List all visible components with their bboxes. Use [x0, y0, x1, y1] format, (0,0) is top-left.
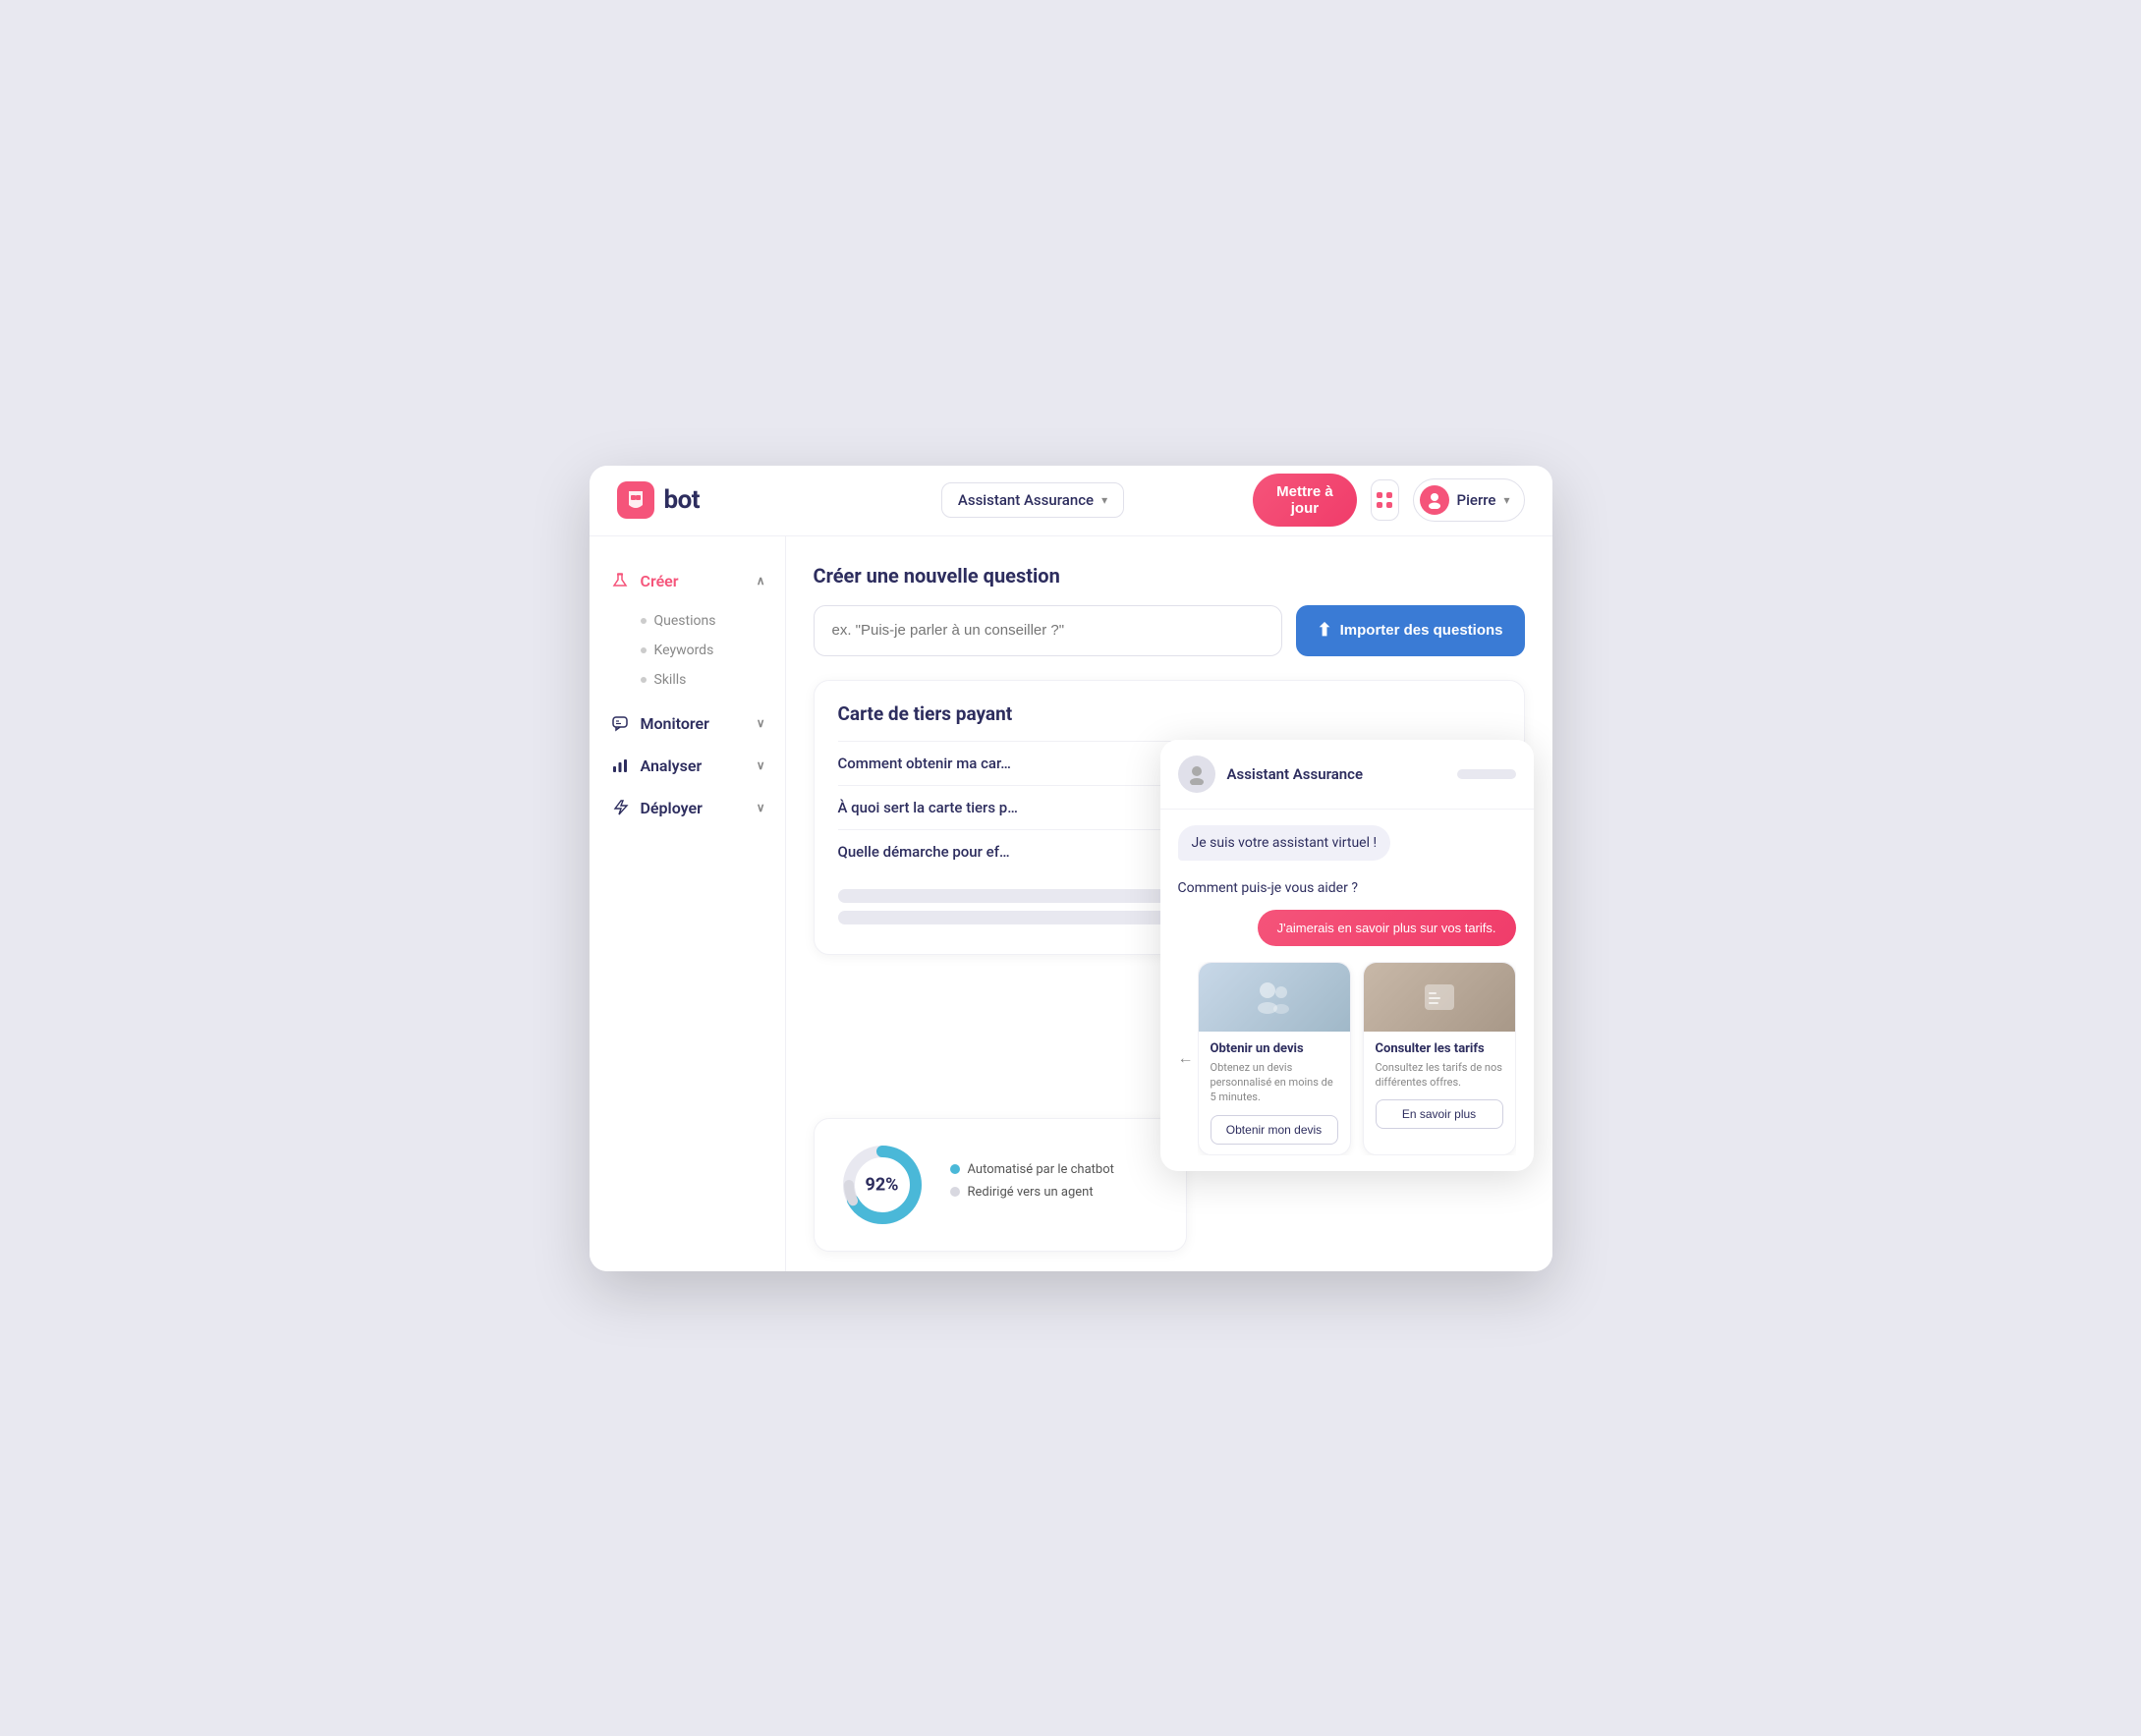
card-desc-tarifs: Consultez les tarifs de nos différentes …	[1376, 1060, 1503, 1091]
header-center: Assistant Assurance ▾	[814, 482, 1253, 518]
legend-label-automated: Automatisé par le chatbot	[968, 1162, 1114, 1177]
grid-apps-button[interactable]	[1371, 479, 1398, 521]
skeleton-bar	[1457, 769, 1516, 779]
header-right: Mettre à jour Pierre ▾	[1253, 474, 1525, 527]
questions-label: Questions	[654, 613, 716, 629]
new-question-input[interactable]	[814, 605, 1282, 656]
deployer-chevron-icon: ∨	[757, 801, 765, 814]
sidebar-item-questions[interactable]: Questions	[641, 606, 785, 636]
logo-area: bot	[617, 481, 814, 519]
question-text: Quelle démarche pour ef…	[838, 843, 1010, 861]
stats-legend: Automatisé par le chatbot Redirigé vers …	[950, 1162, 1162, 1207]
sidebar-item-skills[interactable]: Skills	[641, 665, 785, 695]
import-button-label: Importer des questions	[1340, 622, 1503, 639]
import-questions-button[interactable]: ⬆ Importer des questions	[1296, 605, 1525, 656]
legend-label-agent: Redirigé vers un agent	[968, 1185, 1094, 1200]
card-body-tarifs: Consulter les tarifs Consultez les tarif…	[1364, 1032, 1515, 1140]
card-image-devis	[1199, 963, 1350, 1032]
bullet-icon	[641, 618, 647, 624]
sidebar-item-creer[interactable]: Créer ∧	[590, 560, 785, 602]
chevron-down-icon: ▾	[1101, 493, 1107, 507]
assistant-selector-label: Assistant Assurance	[958, 491, 1094, 509]
card-body-devis: Obtenir un devis Obtenez un devis person…	[1199, 1032, 1350, 1154]
creer-chevron-icon: ∧	[757, 574, 765, 588]
question-card: Carte de tiers payant Comment obtenir ma…	[814, 680, 1525, 955]
user-message-bubble: J'aimerais en savoir plus sur vos tarifs…	[1178, 910, 1516, 946]
main-content: Créer une nouvelle question ⬆ Importer d…	[786, 536, 1552, 1271]
chat-icon	[609, 714, 631, 732]
monitorer-chevron-icon: ∨	[757, 716, 765, 730]
chatbot-widget: Assistant Assurance Je suis votre assist…	[1160, 740, 1534, 1171]
update-button[interactable]: Mettre à jour	[1253, 474, 1358, 527]
card-title-tarifs: Consulter les tarifs	[1376, 1041, 1503, 1056]
user-message-button[interactable]: J'aimerais en savoir plus sur vos tarifs…	[1258, 910, 1516, 946]
grid-icon	[1377, 492, 1392, 508]
chatbot-header: Assistant Assurance	[1160, 740, 1534, 810]
chat-card-tarifs[interactable]: Consulter les tarifs Consultez les tarif…	[1363, 962, 1516, 1155]
sidebar-item-deployer[interactable]: Déployer ∨	[590, 787, 785, 829]
page-title: Créer une nouvelle question	[814, 564, 1525, 588]
user-avatar	[1420, 485, 1449, 515]
sidebar-item-keywords[interactable]: Keywords	[641, 636, 785, 665]
body-area: Créer ∧ Questions Keywords Skills	[590, 536, 1552, 1271]
keywords-label: Keywords	[654, 643, 714, 658]
question-text: Comment obtenir ma car…	[838, 755, 1011, 772]
donut-percentage: 92%	[866, 1174, 899, 1195]
sidebar: Créer ∧ Questions Keywords Skills	[590, 536, 786, 1271]
user-menu-button[interactable]: Pierre ▾	[1413, 478, 1525, 522]
deployer-label: Déployer	[641, 799, 703, 817]
user-name: Pierre	[1457, 491, 1496, 509]
legend-dot-automated	[950, 1164, 960, 1174]
bullet-icon	[641, 677, 647, 683]
legend-row-agent: Redirigé vers un agent	[950, 1185, 1162, 1200]
sidebar-creer-label: Créer	[641, 572, 679, 590]
card-button-devis[interactable]: Obtenir mon devis	[1211, 1115, 1338, 1145]
card-title-devis: Obtenir un devis	[1211, 1041, 1338, 1056]
card-image-tarifs	[1364, 963, 1515, 1032]
legend-dot-agent	[950, 1187, 960, 1197]
chatbot-body: Je suis votre assistant virtuel ! Commen…	[1160, 810, 1534, 1171]
logo-icon	[617, 481, 654, 519]
legend-row-automated: Automatisé par le chatbot	[950, 1162, 1162, 1177]
upload-icon: ⬆	[1318, 620, 1332, 641]
header: bot Assistant Assurance ▾ Mettre à jour	[590, 466, 1552, 536]
bar-chart-icon	[609, 756, 631, 774]
left-arrow-icon[interactable]: ←	[1178, 1048, 1194, 1068]
app-window: bot Assistant Assurance ▾ Mettre à jour	[590, 466, 1552, 1271]
skills-label: Skills	[654, 672, 687, 688]
flask-icon	[609, 572, 631, 589]
sidebar-item-analyser[interactable]: Analyser ∨	[590, 745, 785, 787]
sidebar-sub-creer: Questions Keywords Skills	[590, 602, 785, 702]
bolt-icon	[609, 799, 631, 816]
user-chevron-icon: ▾	[1503, 493, 1509, 507]
chat-bubble-greeting: Je suis votre assistant virtuel !	[1178, 825, 1391, 861]
create-question-row: ⬆ Importer des questions	[814, 605, 1525, 656]
app-title: bot	[664, 485, 701, 515]
card-desc-devis: Obtenez un devis personnalisé en moins d…	[1211, 1060, 1338, 1105]
chatbot-name: Assistant Assurance	[1227, 765, 1364, 783]
donut-chart: 92%	[838, 1141, 927, 1229]
assistant-selector[interactable]: Assistant Assurance ▾	[941, 482, 1124, 518]
chat-cards-row: ←	[1178, 962, 1516, 1155]
chat-response-question: Comment puis-je vous aider ?	[1178, 880, 1516, 896]
analyser-label: Analyser	[641, 756, 703, 775]
stats-card: 92% Automatisé par le chatbot Redirigé v…	[814, 1118, 1187, 1252]
card-button-tarifs[interactable]: En savoir plus	[1376, 1099, 1503, 1129]
chat-cards-container: Obtenir un devis Obtenez un devis person…	[1198, 962, 1516, 1155]
analyser-chevron-icon: ∨	[757, 758, 765, 772]
sidebar-item-monitorer[interactable]: Monitorer ∨	[590, 702, 785, 745]
question-card-title: Carte de tiers payant	[838, 702, 1500, 725]
bullet-icon	[641, 647, 647, 653]
question-text: À quoi sert la carte tiers p…	[838, 799, 1018, 816]
chat-card-devis[interactable]: Obtenir un devis Obtenez un devis person…	[1198, 962, 1351, 1155]
monitorer-label: Monitorer	[641, 714, 709, 733]
chatbot-avatar-icon	[1178, 756, 1215, 793]
